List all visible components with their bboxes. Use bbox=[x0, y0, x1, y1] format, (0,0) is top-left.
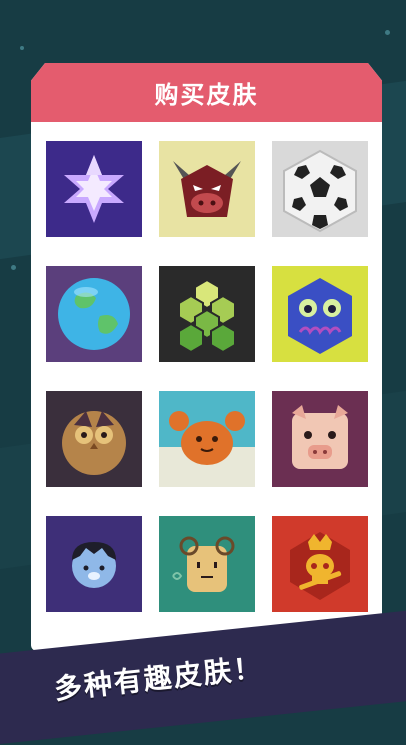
soccer-ball-icon bbox=[272, 141, 368, 237]
skin-star-crystal[interactable] bbox=[46, 141, 142, 237]
skin-pig[interactable] bbox=[272, 391, 368, 487]
skin-honeycomb[interactable] bbox=[159, 266, 255, 362]
skin-owl[interactable] bbox=[46, 391, 142, 487]
earth-icon bbox=[46, 266, 142, 362]
blue-monster-icon bbox=[272, 266, 368, 362]
honeycomb-icon bbox=[159, 266, 255, 362]
skull-icon bbox=[272, 516, 368, 612]
bull-icon bbox=[159, 141, 255, 237]
owl-icon bbox=[46, 391, 142, 487]
skin-cat[interactable] bbox=[46, 516, 142, 612]
panel-title: 购买皮肤 bbox=[154, 81, 259, 109]
sheep-icon bbox=[159, 516, 255, 612]
crab-icon bbox=[159, 391, 255, 487]
pig-icon bbox=[272, 391, 368, 487]
skin-sheep[interactable] bbox=[159, 516, 255, 612]
cat-icon bbox=[46, 516, 142, 612]
background-dot bbox=[20, 46, 24, 50]
background-dot bbox=[11, 265, 16, 270]
skin-crab[interactable] bbox=[159, 391, 255, 487]
star-crystal-icon bbox=[46, 141, 142, 237]
skin-shop-panel: 购买皮肤 bbox=[31, 63, 382, 651]
skin-blue-monster[interactable] bbox=[272, 266, 368, 362]
skin-bull[interactable] bbox=[159, 141, 255, 237]
skin-soccer-ball[interactable] bbox=[272, 141, 368, 237]
skin-earth[interactable] bbox=[46, 266, 142, 362]
skin-skull[interactable] bbox=[272, 516, 368, 612]
panel-header: 购买皮肤 bbox=[31, 63, 382, 122]
background-dot bbox=[385, 30, 390, 35]
